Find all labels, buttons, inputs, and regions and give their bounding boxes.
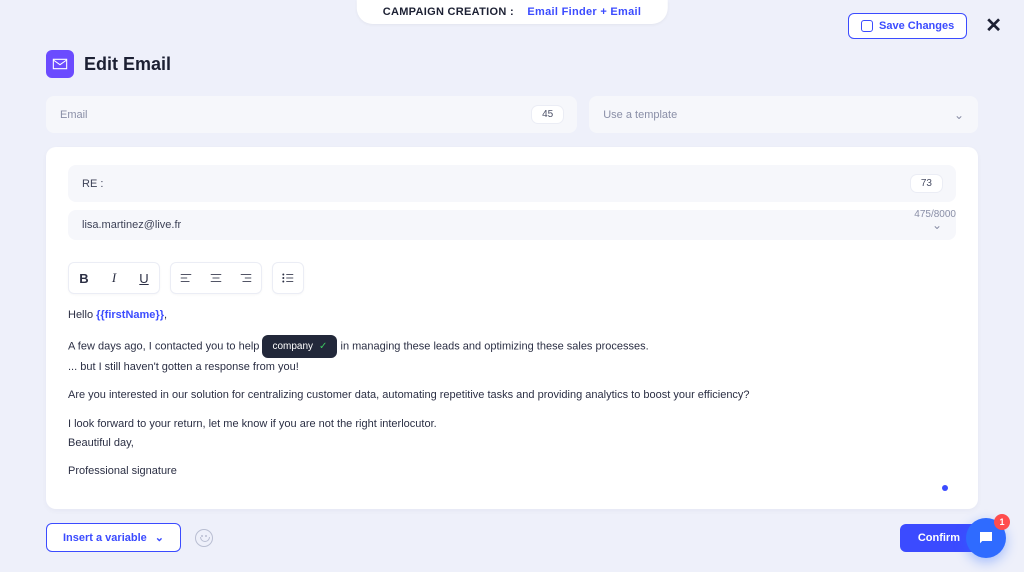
align-right-button[interactable] <box>231 263 261 293</box>
line6: Professional signature <box>68 462 956 481</box>
page-title: Edit Email <box>84 54 171 75</box>
from-email: lisa.martinez@live.fr <box>82 219 181 231</box>
line1-b: in managing these leads and optimizing t… <box>337 340 648 352</box>
campaign-banner-label: CAMPAIGN CREATION : <box>383 6 514 18</box>
align-center-button[interactable] <box>201 263 231 293</box>
chat-fab[interactable]: 1 <box>966 518 1006 558</box>
chevron-down-icon: ⌄ <box>954 108 964 122</box>
greeting-suffix: , <box>164 309 167 321</box>
insert-variable-label: Insert a variable <box>63 532 147 544</box>
italic-button[interactable]: I <box>99 263 129 293</box>
subject-prefix: RE : <box>82 178 103 190</box>
line4: I look forward to your return, let me kn… <box>68 418 437 430</box>
insert-variable-button[interactable]: Insert a variable ⌄ <box>46 523 181 552</box>
line5: Beautiful day, <box>68 437 134 449</box>
line2: ... but I still haven't gotten a respons… <box>68 361 299 373</box>
email-editor: RE : 73 lisa.martinez@live.fr ⌄ 475/8000… <box>46 147 978 509</box>
save-icon <box>861 20 873 32</box>
campaign-banner: CAMPAIGN CREATION : Email Finder + Email <box>357 0 668 24</box>
firstname-variable[interactable]: {{firstName}} <box>96 309 164 321</box>
editor-footer: Insert a variable ⌄ Confirm <box>46 523 978 552</box>
line3: Are you interested in our solution for c… <box>68 386 956 405</box>
subject-count: 73 <box>911 175 942 192</box>
bold-button[interactable]: B <box>69 263 99 293</box>
resize-handle[interactable] <box>942 485 948 491</box>
page-title-row: Edit Email <box>46 50 978 78</box>
format-toolbar: B I U <box>68 262 956 294</box>
chat-badge: 1 <box>994 514 1010 530</box>
char-counter: 475/8000 <box>914 209 956 220</box>
step-summary-count: 45 <box>532 106 563 123</box>
campaign-banner-crumb[interactable]: Email Finder + Email <box>527 6 641 18</box>
step-summary-card[interactable]: Email 45 <box>46 96 577 133</box>
template-select-placeholder: Use a template <box>603 109 677 121</box>
underline-button[interactable]: U <box>129 263 159 293</box>
company-variable-chip[interactable]: company✓ <box>262 335 337 358</box>
chevron-down-icon: ⌄ <box>155 531 164 544</box>
line1-a: A few days ago, I contacted you to help <box>68 340 262 352</box>
emoji-button[interactable] <box>195 529 213 547</box>
step-summary-label: Email <box>60 109 88 121</box>
align-left-button[interactable] <box>171 263 201 293</box>
from-select[interactable]: lisa.martinez@live.fr ⌄ <box>68 210 956 240</box>
save-changes-label: Save Changes <box>879 20 954 32</box>
check-icon: ✓ <box>319 338 327 355</box>
email-body[interactable]: Hello {{firstName}}, A few days ago, I c… <box>68 306 956 481</box>
close-icon[interactable]: ✕ <box>981 12 1006 40</box>
confirm-label: Confirm <box>918 532 960 544</box>
subject-row[interactable]: RE : 73 <box>68 165 956 202</box>
save-changes-button[interactable]: Save Changes <box>848 13 967 39</box>
list-button[interactable] <box>273 263 303 293</box>
template-select[interactable]: Use a template ⌄ <box>589 96 978 133</box>
top-right-actions: Save Changes ✕ <box>848 12 1006 40</box>
greeting-prefix: Hello <box>68 309 96 321</box>
email-icon <box>46 50 74 78</box>
chevron-down-icon: ⌄ <box>932 218 942 232</box>
